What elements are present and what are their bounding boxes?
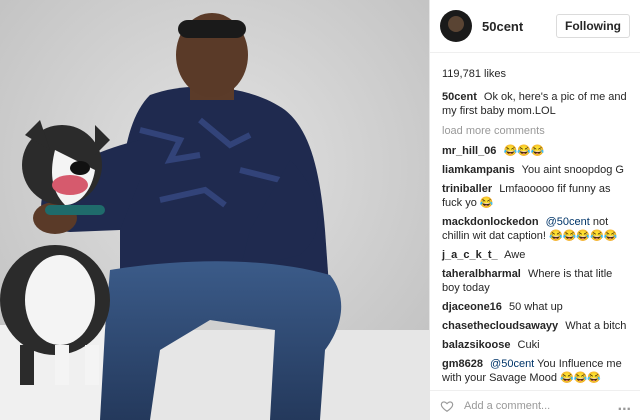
caption-username[interactable]: 50cent xyxy=(442,91,477,103)
comment-item: gm8628 @50cent You Influence me with you… xyxy=(442,357,628,385)
comment-username[interactable]: taheralbharmal xyxy=(442,268,521,280)
comment-text: 50 what up xyxy=(508,301,563,313)
comment-item: djaceone16 50 what up xyxy=(442,300,628,314)
comment-username[interactable]: j_a_c_k_t_ xyxy=(442,249,498,261)
comment-item: j_a_c_k_t_ Awe xyxy=(442,248,628,262)
comment-mention[interactable]: @50cent xyxy=(546,216,590,228)
comment-text: You aint snoopdog G xyxy=(521,164,624,176)
instagram-post: 50cent Following 119,781 likes 50cent Ok… xyxy=(0,0,640,420)
post-sidebar: 50cent Following 119,781 likes 50cent Ok… xyxy=(429,0,640,420)
post-photo[interactable] xyxy=(0,0,429,420)
comments-section: 50cent Ok ok, here's a pic of me and my … xyxy=(430,80,640,385)
post-footer: Add a comment... ... xyxy=(430,390,640,420)
comment-item: liamkampanis You aint snoopdog G xyxy=(442,163,628,177)
comment-item: mackdonlockedon @50cent not chillin wit … xyxy=(442,215,628,243)
comment-text: What a bitch xyxy=(565,320,627,332)
comment-text: Awe xyxy=(504,249,526,261)
comment-item: chasethecloudsawayy What a bitch xyxy=(442,319,628,333)
likes-count[interactable]: 119,781 likes xyxy=(430,53,640,80)
more-options-icon[interactable]: ... xyxy=(618,397,631,415)
comment-username[interactable]: gm8628 xyxy=(442,358,483,370)
comment-username[interactable]: mackdonlockedon xyxy=(442,216,539,228)
comment-text: 😂😂😂 xyxy=(503,145,545,157)
heart-outline-icon[interactable] xyxy=(440,399,454,413)
comment-username[interactable]: djaceone16 xyxy=(442,301,502,313)
comment-item: mr_hill_06 😂😂😂 xyxy=(442,144,628,158)
comment-item: taheralbharmal Where is that litle boy t… xyxy=(442,267,628,295)
comment-text: Cuki xyxy=(517,339,540,351)
comment-username[interactable]: balazsikoose xyxy=(442,339,510,351)
following-button[interactable]: Following xyxy=(556,14,630,38)
comment-item: triniballer Lmfaooooo fif funny as fuck … xyxy=(442,182,628,210)
comment-username[interactable]: chasethecloudsawayy xyxy=(442,320,558,332)
comment-mention[interactable]: @50cent xyxy=(490,358,534,370)
photo-illustration xyxy=(0,0,429,420)
add-comment-input[interactable]: Add a comment... xyxy=(464,400,550,412)
comment-item: balazsikoose Cuki xyxy=(442,338,628,352)
comment-username[interactable]: liamkampanis xyxy=(442,164,515,176)
caption: 50cent Ok ok, here's a pic of me and my … xyxy=(442,90,628,118)
username[interactable]: 50cent xyxy=(482,19,523,34)
load-more-comments[interactable]: load more comments xyxy=(442,124,628,138)
post-header: 50cent Following xyxy=(430,0,640,53)
user-avatar[interactable] xyxy=(440,10,472,42)
comment-username[interactable]: triniballer xyxy=(442,183,492,195)
comment-username[interactable]: mr_hill_06 xyxy=(442,145,496,157)
